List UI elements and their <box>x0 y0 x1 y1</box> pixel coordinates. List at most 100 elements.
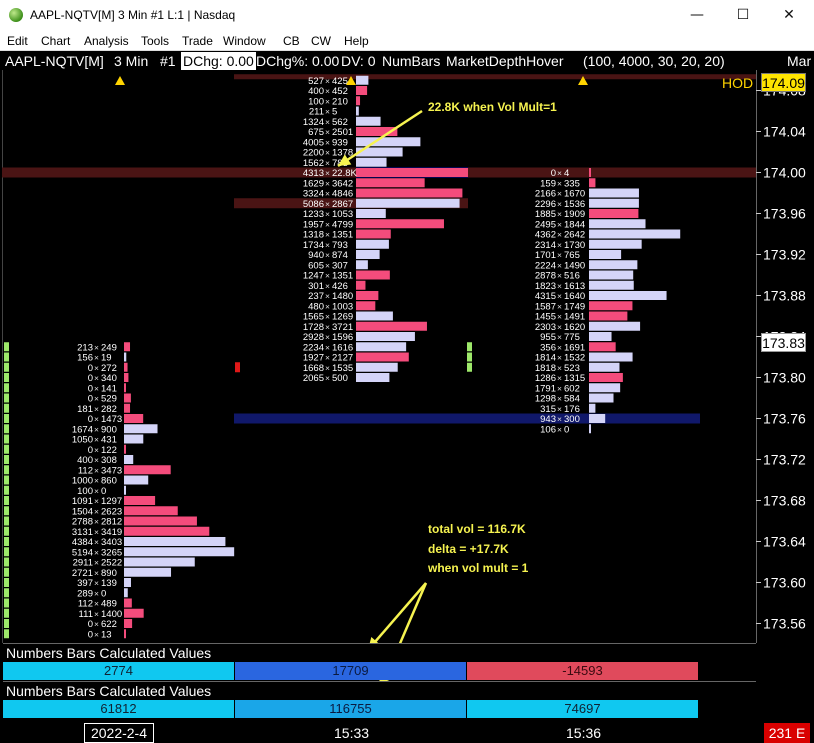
cross-sign: × <box>94 404 99 414</box>
cross-sign: × <box>325 76 330 86</box>
cross-sign: × <box>557 373 562 383</box>
date-label: 2022-2-4 <box>84 723 154 743</box>
volume-bar <box>356 178 425 188</box>
volume-bar <box>124 373 129 382</box>
menu-trade[interactable]: Trade <box>182 34 213 48</box>
numbers-bars-title-2: Numbers Bars Calculated Values <box>3 681 756 700</box>
volume-bar <box>124 547 235 557</box>
cross-sign: × <box>94 414 99 424</box>
cross-sign: × <box>557 363 562 373</box>
cross-sign: × <box>325 178 330 188</box>
volume-bar <box>356 168 468 177</box>
volume-bar <box>124 475 149 485</box>
menu-cb[interactable]: CB <box>283 34 300 48</box>
menu-tools[interactable]: Tools <box>141 34 169 48</box>
delta-indicator <box>467 352 472 362</box>
session-marker <box>578 76 588 85</box>
ask-volume: 13 <box>101 629 112 640</box>
cross-sign: × <box>557 414 562 424</box>
volume-bar <box>589 260 638 270</box>
maximize-button[interactable]: ☐ <box>720 0 766 31</box>
cross-sign: × <box>325 199 330 209</box>
price-tick-label: 173.72 <box>763 452 806 468</box>
volume-bar <box>589 239 642 249</box>
volume-bar <box>124 444 126 454</box>
cross-sign: × <box>557 209 562 219</box>
volume-bar <box>356 188 463 198</box>
volume-bar <box>589 311 628 321</box>
volume-bar <box>124 362 128 372</box>
menu-edit[interactable]: Edit <box>7 34 28 48</box>
cross-sign: × <box>94 517 99 527</box>
cross-sign: × <box>94 506 99 516</box>
volume-bar <box>589 403 596 413</box>
delta-indicator <box>4 403 9 413</box>
interval-label: 3 Min <box>114 53 149 69</box>
price-tick-label: 173.60 <box>763 575 806 591</box>
close-button[interactable]: ✕ <box>766 0 812 31</box>
volume-bar <box>356 219 444 229</box>
menu-chart[interactable]: Chart <box>41 34 70 48</box>
cross-sign: × <box>325 271 330 281</box>
menu-cw[interactable]: CW <box>311 34 331 48</box>
delta-indicator <box>4 393 9 403</box>
price-tick-label: 173.56 <box>763 616 806 632</box>
volume-bar <box>589 209 639 218</box>
numbers-bars-value: 2774 <box>3 662 234 680</box>
volume-bar <box>356 239 389 249</box>
menu-window[interactable]: Window <box>223 34 266 48</box>
volume-bar <box>124 403 131 413</box>
delta-indicator <box>4 526 9 536</box>
hod-label: HOD <box>722 75 754 91</box>
cross-sign: × <box>94 486 99 496</box>
delta-indicator <box>4 608 9 618</box>
volume-bar <box>124 342 131 352</box>
volume-bar <box>124 578 131 587</box>
volume-bar <box>356 311 393 321</box>
volume-bar <box>356 86 368 95</box>
volume-bar <box>589 250 622 259</box>
cross-sign: × <box>325 86 330 96</box>
ask-volume: 500 <box>332 373 348 384</box>
price-tick-label: 173.80 <box>763 370 806 386</box>
cross-sign: × <box>94 363 99 373</box>
cross-sign: × <box>325 332 330 342</box>
chart-canvas[interactable]: 174.08174.04174.00173.96173.92173.88173.… <box>0 70 814 722</box>
cross-sign: × <box>325 312 330 322</box>
menu-help[interactable]: Help <box>344 34 369 48</box>
cross-sign: × <box>325 127 330 137</box>
cross-sign: × <box>557 260 562 270</box>
delta-annotation: delta = +17.7K <box>428 542 509 556</box>
volume-bar <box>589 188 639 198</box>
cross-sign: × <box>94 609 99 619</box>
price-tick-label: 173.88 <box>763 288 806 304</box>
cross-sign: × <box>94 558 99 568</box>
menu-analysis[interactable]: Analysis <box>84 34 129 48</box>
volume-bar <box>589 168 591 177</box>
price-tick-label: 173.92 <box>763 247 806 263</box>
menu-bar: Edit Chart Analysis Tools Trade Window C… <box>0 31 814 51</box>
volume-bar <box>356 301 376 311</box>
cross-sign: × <box>94 383 99 393</box>
cross-sign: × <box>94 537 99 547</box>
cross-sign: × <box>557 168 562 178</box>
trailing-label: Mar <box>787 53 812 69</box>
delta-indicator <box>4 465 9 475</box>
delta-indicator <box>4 547 9 557</box>
cross-sign: × <box>325 117 330 127</box>
volume-bar <box>589 270 634 280</box>
volume-bar <box>356 116 381 126</box>
volume-bar <box>356 362 398 372</box>
price-tick-label: 173.64 <box>763 534 806 550</box>
cross-sign: × <box>94 465 99 475</box>
cross-sign: × <box>325 148 330 158</box>
volume-bar <box>356 157 387 167</box>
volume-bar <box>589 178 596 188</box>
volume-bar <box>589 332 612 341</box>
cross-sign: × <box>557 281 562 291</box>
delta-indicator <box>467 342 472 352</box>
minimize-button[interactable]: — <box>674 0 720 31</box>
delta-indicator <box>4 475 9 485</box>
cross-sign: × <box>325 137 330 147</box>
cross-sign: × <box>94 578 99 588</box>
